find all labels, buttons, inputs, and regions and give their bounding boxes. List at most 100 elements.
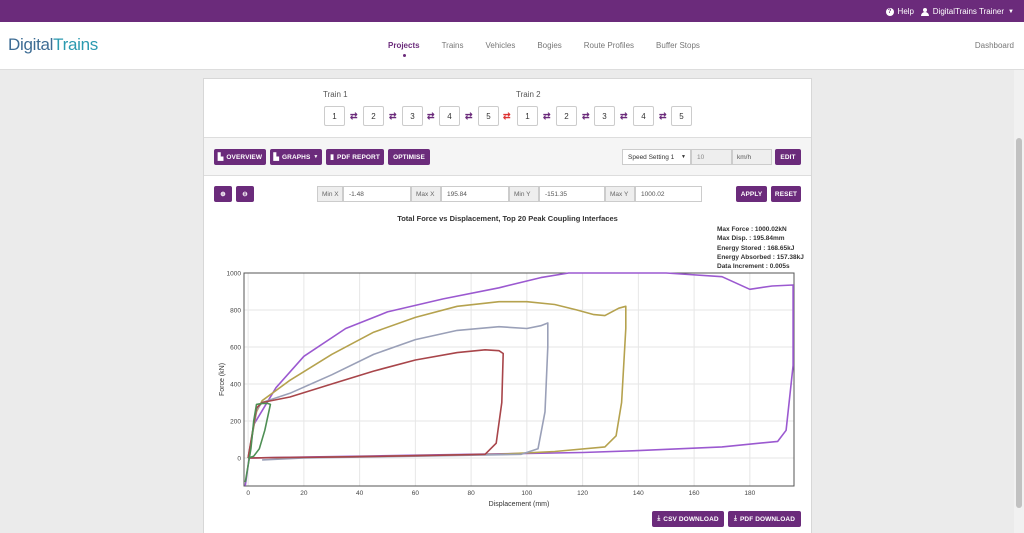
min-y-label: Min Y bbox=[509, 186, 539, 202]
x-tick-label: 60 bbox=[412, 490, 420, 497]
train1-vehicle-4[interactable]: 4 bbox=[439, 106, 460, 126]
speed-setting-select[interactable]: Speed Setting 1 ▼ bbox=[622, 149, 691, 165]
apply-button[interactable]: APPLY bbox=[736, 186, 767, 202]
nav-dashboard[interactable]: Dashboard bbox=[975, 41, 1014, 50]
logo[interactable]: DigitalTrains bbox=[8, 35, 98, 55]
x-tick-label: 0 bbox=[246, 490, 250, 497]
nav-buffer-stops[interactable]: Buffer Stops bbox=[656, 41, 700, 50]
pdf-report-button[interactable]: ▮ PDF REPORT bbox=[326, 149, 384, 165]
series-line-5 bbox=[244, 402, 272, 483]
max-y-label: Max Y bbox=[605, 186, 635, 202]
scrollbar-thumb[interactable] bbox=[1016, 138, 1022, 508]
zoom-out-button[interactable]: ⊖ bbox=[236, 186, 254, 202]
x-tick-label: 180 bbox=[744, 490, 755, 497]
x-tick-label: 40 bbox=[356, 490, 364, 497]
x-tick-label: 160 bbox=[689, 490, 700, 497]
series-line-4 bbox=[247, 349, 504, 459]
bar-chart-icon: ▙ bbox=[217, 154, 224, 161]
nav-links: Projects Trains Vehicles Bogies Route Pr… bbox=[388, 41, 722, 57]
max-disp-stat: Max Disp. : 195.84mm bbox=[717, 235, 785, 243]
user-menu[interactable]: DigitalTrains Trainer ▼ bbox=[920, 7, 1014, 16]
energy-stored-stat: Energy Stored : 168.65kJ bbox=[717, 244, 795, 252]
chevron-down-icon: ▼ bbox=[313, 154, 319, 160]
download-icon: ⤓ bbox=[657, 515, 661, 522]
min-x-input[interactable]: -1.48 bbox=[343, 186, 411, 202]
nav-trains[interactable]: Trains bbox=[442, 41, 464, 50]
train-consist: Train 1 Train 2 1 ⇄ 2 ⇄ 3 ⇄ 4 ⇄ 5 ⇄ 1 ⇄ … bbox=[204, 79, 811, 138]
train1-vehicle-5[interactable]: 5 bbox=[478, 106, 499, 126]
graphs-button[interactable]: ▙ GRAPHS ▼ bbox=[270, 149, 322, 165]
edit-button[interactable]: EDIT bbox=[775, 149, 801, 165]
y-tick-label: 1000 bbox=[227, 271, 242, 278]
csv-download-button[interactable]: ⤓ CSV DOWNLOAD bbox=[652, 511, 724, 527]
page-scrollbar[interactable] bbox=[1014, 70, 1024, 533]
train1-vehicle-3[interactable]: 3 bbox=[402, 106, 423, 126]
zoom-in-button[interactable]: ⊕ bbox=[214, 186, 232, 202]
swap-arrows-icon[interactable]: ⇄ bbox=[620, 111, 628, 122]
train1-vehicle-1[interactable]: 1 bbox=[324, 106, 345, 126]
x-tick-label: 140 bbox=[633, 490, 644, 497]
file-icon: ▮ bbox=[330, 154, 335, 161]
pdf-download-button[interactable]: ⤓ PDF DOWNLOAD bbox=[728, 511, 801, 527]
x-tick-label: 80 bbox=[467, 490, 475, 497]
train2-label: Train 2 bbox=[516, 90, 541, 99]
train2-vehicle-3[interactable]: 3 bbox=[594, 106, 615, 126]
y-tick-label: 600 bbox=[230, 345, 241, 352]
y-tick-label: 0 bbox=[237, 456, 241, 463]
train2-vehicle-2[interactable]: 2 bbox=[556, 106, 577, 126]
speed-unit: km/h bbox=[732, 149, 772, 165]
download-icon: ⤓ bbox=[734, 515, 737, 522]
swap-arrows-icon[interactable]: ⇄ bbox=[503, 111, 511, 122]
x-axis-label: Displacement (mm) bbox=[489, 501, 550, 508]
speed-input[interactable]: 10 bbox=[691, 149, 732, 165]
swap-arrows-icon[interactable]: ⇄ bbox=[389, 111, 397, 122]
chevron-down-icon: ▼ bbox=[681, 154, 686, 160]
y-axis-label: Force (kN) bbox=[219, 363, 226, 396]
help-link[interactable]: ? Help bbox=[885, 7, 914, 16]
x-tick-label: 100 bbox=[521, 490, 532, 497]
train2-vehicle-1[interactable]: 1 bbox=[517, 106, 538, 126]
max-x-input[interactable]: 195.84 bbox=[441, 186, 509, 202]
question-circle-icon: ? bbox=[885, 7, 894, 16]
x-tick-label: 20 bbox=[300, 490, 308, 497]
user-icon bbox=[920, 7, 929, 16]
y-tick-label: 400 bbox=[230, 382, 241, 389]
swap-arrows-icon[interactable]: ⇄ bbox=[659, 111, 667, 122]
y-tick-label: 800 bbox=[230, 308, 241, 315]
nav-route-profiles[interactable]: Route Profiles bbox=[584, 41, 634, 50]
min-x-label: Min X bbox=[317, 186, 343, 202]
swap-arrows-icon[interactable]: ⇄ bbox=[350, 111, 358, 122]
swap-arrows-icon[interactable]: ⇄ bbox=[543, 111, 551, 122]
train1-vehicle-2[interactable]: 2 bbox=[363, 106, 384, 126]
min-y-input[interactable]: -151.35 bbox=[539, 186, 605, 202]
zoom-out-icon: ⊖ bbox=[242, 191, 248, 198]
bar-chart-icon: ▙ bbox=[273, 154, 279, 161]
nav-projects[interactable]: Projects bbox=[388, 41, 420, 57]
top-bar: ? Help DigitalTrains Trainer ▼ bbox=[0, 0, 1024, 22]
results-toolbar: ▙ OVERVIEW ▙ GRAPHS ▼ ▮ PDF REPORT OPTIMISE … bbox=[204, 138, 811, 176]
main-navbar: DigitalTrains Projects Trains Vehicles B… bbox=[0, 22, 1024, 70]
series-line-2 bbox=[247, 300, 627, 459]
max-x-label: Max X bbox=[411, 186, 441, 202]
nav-vehicles[interactable]: Vehicles bbox=[486, 41, 516, 50]
reset-button[interactable]: RESET bbox=[771, 186, 801, 202]
swap-arrows-icon[interactable]: ⇄ bbox=[582, 111, 590, 122]
overview-button[interactable]: ▙ OVERVIEW bbox=[214, 149, 266, 165]
max-y-input[interactable]: 1000.02 bbox=[635, 186, 702, 202]
chart-title: Total Force vs Displacement, Top 20 Peak… bbox=[397, 214, 618, 223]
optimise-button[interactable]: OPTIMISE bbox=[388, 149, 430, 165]
train2-vehicle-4[interactable]: 4 bbox=[633, 106, 654, 126]
swap-arrows-icon[interactable]: ⇄ bbox=[465, 111, 473, 122]
zoom-in-icon: ⊕ bbox=[220, 191, 226, 198]
x-tick-label: 120 bbox=[577, 490, 588, 497]
nav-bogies[interactable]: Bogies bbox=[537, 41, 561, 50]
help-label: Help bbox=[897, 7, 914, 16]
force-displacement-chart[interactable]: 0 20 40 60 80 100 120 140 160 180 0 200 400 600 800 100… bbox=[204, 259, 811, 509]
train2-vehicle-5[interactable]: 5 bbox=[671, 106, 692, 126]
train1-label: Train 1 bbox=[323, 90, 348, 99]
results-panel: Train 1 Train 2 1 ⇄ 2 ⇄ 3 ⇄ 4 ⇄ 5 ⇄ 1 ⇄ … bbox=[203, 78, 812, 533]
y-tick-label: 200 bbox=[230, 419, 241, 426]
chevron-down-icon: ▼ bbox=[1008, 8, 1014, 15]
swap-arrows-icon[interactable]: ⇄ bbox=[427, 111, 435, 122]
user-name: DigitalTrains Trainer bbox=[932, 7, 1005, 16]
